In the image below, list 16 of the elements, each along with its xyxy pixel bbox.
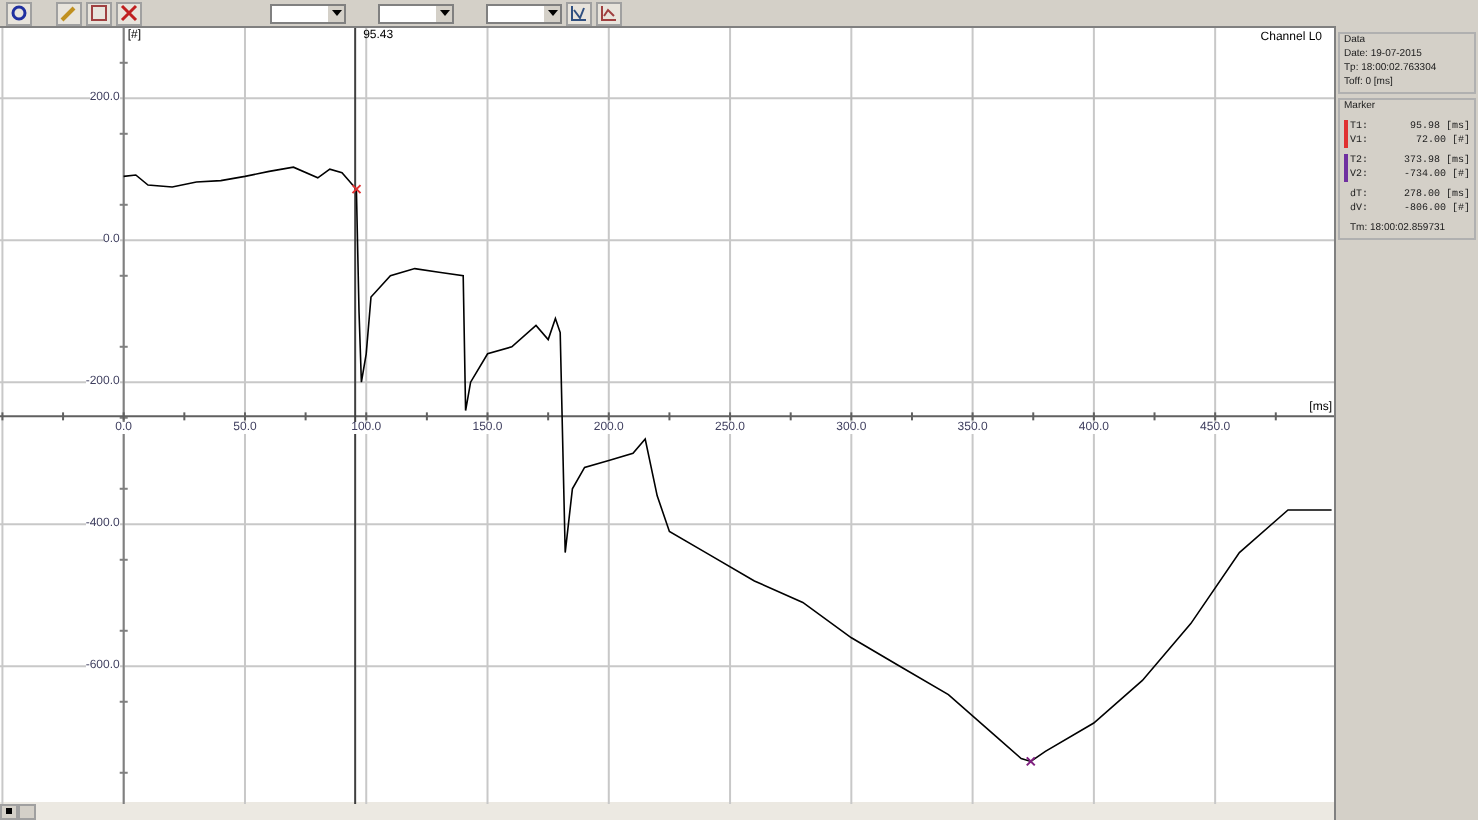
marker-cross-icon [351,184,362,195]
dropdown[interactable] [486,3,562,23]
caret-icon [436,5,452,21]
horizontal-scrollbar[interactable] [0,802,1334,820]
refresh-icon[interactable] [6,1,32,25]
scroll-thumb[interactable] [18,803,36,819]
caret-icon [328,5,344,21]
dropdown[interactable] [270,3,346,23]
chart-icon[interactable] [566,1,592,25]
chart-icon[interactable] [596,1,622,25]
scroll-left-icon[interactable] [0,803,18,819]
caret-icon [544,5,560,21]
dropdown[interactable] [378,3,454,23]
marker-cross-icon [1025,756,1036,767]
cursor-line[interactable] [354,28,357,804]
close-icon[interactable] [116,1,142,25]
